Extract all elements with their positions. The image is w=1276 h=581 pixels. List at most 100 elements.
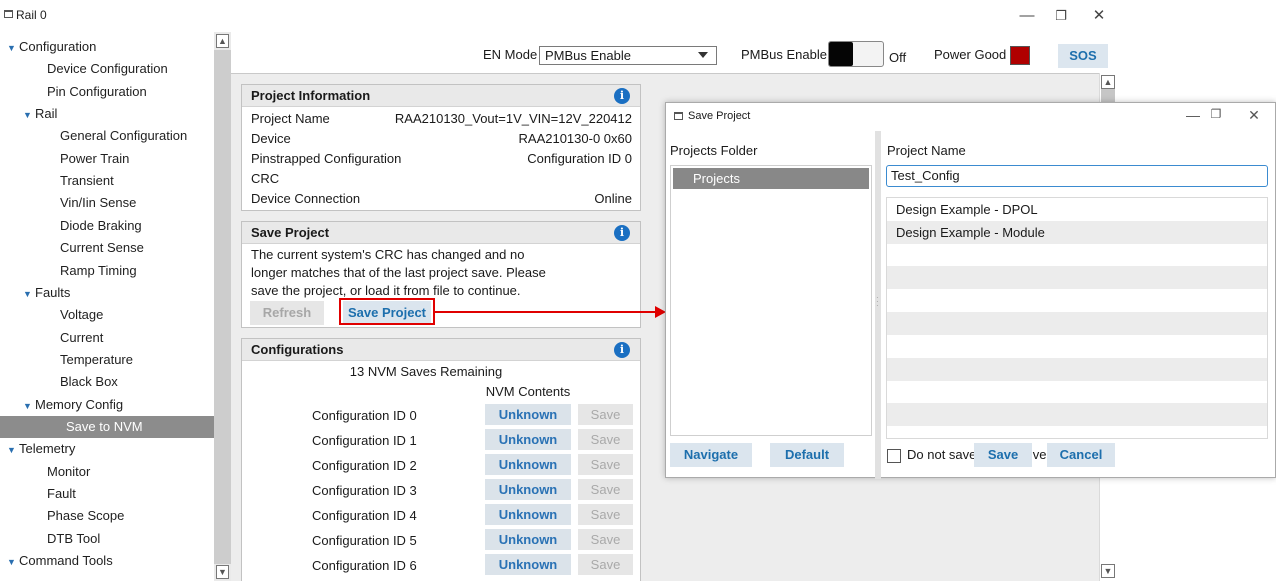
project-info-row: Project Name RAA210130_Vout=1V_VIN=12V_22… [242, 109, 640, 129]
pmbus-enable-toggle[interactable] [828, 41, 884, 67]
tree-item-label: Memory Config [35, 396, 124, 412]
maximize-button[interactable]: ❐ [1046, 6, 1076, 26]
triangle-down-icon[interactable]: ▼ [23, 104, 35, 126]
tree-item-power-train[interactable]: Power Train [60, 148, 129, 170]
close-button[interactable]: ✕ [1084, 6, 1114, 26]
default-button[interactable]: Default [770, 443, 844, 467]
nvm-contents-button[interactable]: Unknown [485, 504, 571, 525]
tree-item-telemetry[interactable]: ▼ Telemetry [7, 438, 75, 460]
project-info-label: Device [251, 131, 291, 146]
sos-button[interactable]: SOS [1058, 44, 1108, 68]
project-list-item[interactable] [887, 357, 1267, 381]
folder-item-projects[interactable]: Projects [673, 168, 869, 189]
tree-item-diode-braking[interactable]: Diode Braking [60, 215, 142, 237]
configuration-save-button[interactable]: Save [578, 429, 633, 450]
navigate-button[interactable]: Navigate [670, 443, 752, 467]
configuration-save-button[interactable]: Save [578, 479, 633, 500]
info-icon[interactable]: i [614, 225, 630, 241]
info-icon[interactable]: i [614, 342, 630, 358]
tree-item-black-box[interactable]: Black Box [60, 371, 118, 393]
tree-item-save-to-nvm[interactable]: Save to NVM [0, 415, 214, 438]
annotation-arrow-line [435, 311, 657, 313]
configuration-save-button[interactable]: Save [578, 404, 633, 425]
tree-item-fault[interactable]: Fault [47, 483, 76, 505]
project-list-item[interactable] [887, 312, 1267, 335]
tree-item-voltage[interactable]: Voltage [60, 304, 103, 326]
configuration-save-button[interactable]: Save [578, 554, 633, 575]
project-list-item[interactable] [887, 289, 1267, 312]
tree-item-label: Voltage [60, 307, 104, 323]
en-mode-select[interactable]: PMBus Enable [539, 46, 717, 65]
triangle-down-icon[interactable]: ▼ [7, 551, 19, 573]
project-list-item[interactable]: Design Example - DPOL [887, 198, 1267, 221]
tree-scrollbar-thumb[interactable] [214, 50, 231, 564]
projects-folder-list[interactable]: Projects [670, 165, 872, 436]
panel-header: Save Project i [242, 222, 640, 244]
tree-item-label: Transient [60, 173, 114, 189]
project-list-item[interactable] [887, 380, 1267, 403]
panel-title: Configurations [251, 342, 344, 357]
project-information-panel: Project Information i Project Name RAA210… [241, 84, 641, 211]
project-list-item[interactable] [887, 335, 1267, 358]
power-good-indicator [1010, 46, 1030, 65]
tree-item-temperature[interactable]: Temperature [60, 349, 133, 371]
tree-item-pin-configuration[interactable]: Pin Configuration [47, 81, 147, 103]
project-name-input[interactable]: Test_Config [886, 165, 1268, 187]
project-list-item[interactable] [887, 403, 1267, 427]
project-info-value: Configuration ID 0 [527, 151, 632, 166]
tree-item-monitor[interactable]: Monitor [47, 461, 90, 483]
scroll-down-arrow-icon[interactable]: ▼ [216, 565, 229, 579]
nvm-contents-button[interactable]: Unknown [485, 404, 571, 425]
project-list[interactable]: Design Example - DPOL Design Example - Mo… [886, 197, 1268, 439]
panel-header: Configurations i [242, 339, 640, 361]
tree-item-current[interactable]: Current [60, 327, 103, 349]
dialog-close-button[interactable]: ✕ [1241, 107, 1267, 124]
tree-item-faults[interactable]: ▼ Faults [23, 282, 70, 304]
dialog-maximize-button[interactable]: ❐ [1203, 107, 1229, 121]
configuration-row: Configuration ID 2 Unknown Save [242, 454, 640, 478]
do-not-save-perspective-checkbox[interactable] [887, 449, 901, 463]
triangle-down-icon[interactable]: ▼ [7, 439, 19, 461]
tree-item-phase-scope[interactable]: Phase Scope [47, 505, 124, 527]
tree-item-ramp-timing[interactable]: Ramp Timing [60, 260, 137, 282]
tree-item-label: Rail [35, 106, 58, 122]
project-info-label: Project Name [251, 111, 330, 126]
tree-scrollbar[interactable]: ▲ ▼ [214, 32, 231, 581]
tree-item-rail[interactable]: ▼ Rail [23, 103, 57, 125]
project-list-item[interactable] [887, 244, 1267, 267]
nvm-contents-button[interactable]: Unknown [485, 454, 571, 475]
triangle-down-icon[interactable]: ▼ [23, 283, 35, 305]
tree-item-current-sense[interactable]: Current Sense [60, 237, 144, 259]
triangle-down-icon[interactable]: ▼ [7, 37, 19, 59]
tree-item-dtb-tool[interactable]: DTB Tool [47, 528, 100, 550]
project-info-label: CRC [251, 171, 280, 186]
dialog-cancel-button[interactable]: Cancel [1047, 443, 1115, 467]
configuration-save-button[interactable]: Save [578, 454, 633, 475]
refresh-button[interactable]: Refresh [250, 301, 324, 325]
scroll-down-arrow-icon[interactable]: ▼ [1101, 564, 1115, 578]
tree-item-transient[interactable]: Transient [60, 170, 114, 192]
tree-item-general-configuration[interactable]: General Configuration [60, 125, 187, 147]
minimize-button[interactable]: — [1012, 6, 1042, 26]
tree-item-device-configuration[interactable]: Device Configuration [47, 58, 168, 80]
configuration-save-button[interactable]: Save [578, 529, 633, 550]
chevron-down-icon [698, 52, 708, 58]
project-list-item[interactable]: Design Example - Module [887, 220, 1267, 244]
project-name-label: Project Name [887, 143, 966, 158]
project-list-item[interactable] [887, 266, 1267, 290]
configuration-name: Configuration ID 5 [312, 533, 417, 548]
scroll-up-arrow-icon[interactable]: ▲ [216, 34, 229, 48]
nvm-contents-button[interactable]: Unknown [485, 529, 571, 550]
configuration-save-button[interactable]: Save [578, 504, 633, 525]
tree-item-command-tools[interactable]: ▼ Command Tools [7, 550, 113, 572]
dialog-save-button[interactable]: Save [974, 443, 1032, 467]
tree-item-configuration[interactable]: ▼ Configuration [7, 36, 96, 58]
nvm-contents-button[interactable]: Unknown [485, 479, 571, 500]
triangle-down-icon[interactable]: ▼ [23, 395, 35, 417]
scroll-up-arrow-icon[interactable]: ▲ [1101, 75, 1115, 89]
tree-item-vin-iin-sense[interactable]: Vin/Iin Sense [60, 192, 136, 214]
nvm-contents-button[interactable]: Unknown [485, 554, 571, 575]
tree-item-memory-config[interactable]: ▼ Memory Config [23, 394, 123, 416]
nvm-contents-button[interactable]: Unknown [485, 429, 571, 450]
info-icon[interactable]: i [614, 88, 630, 104]
